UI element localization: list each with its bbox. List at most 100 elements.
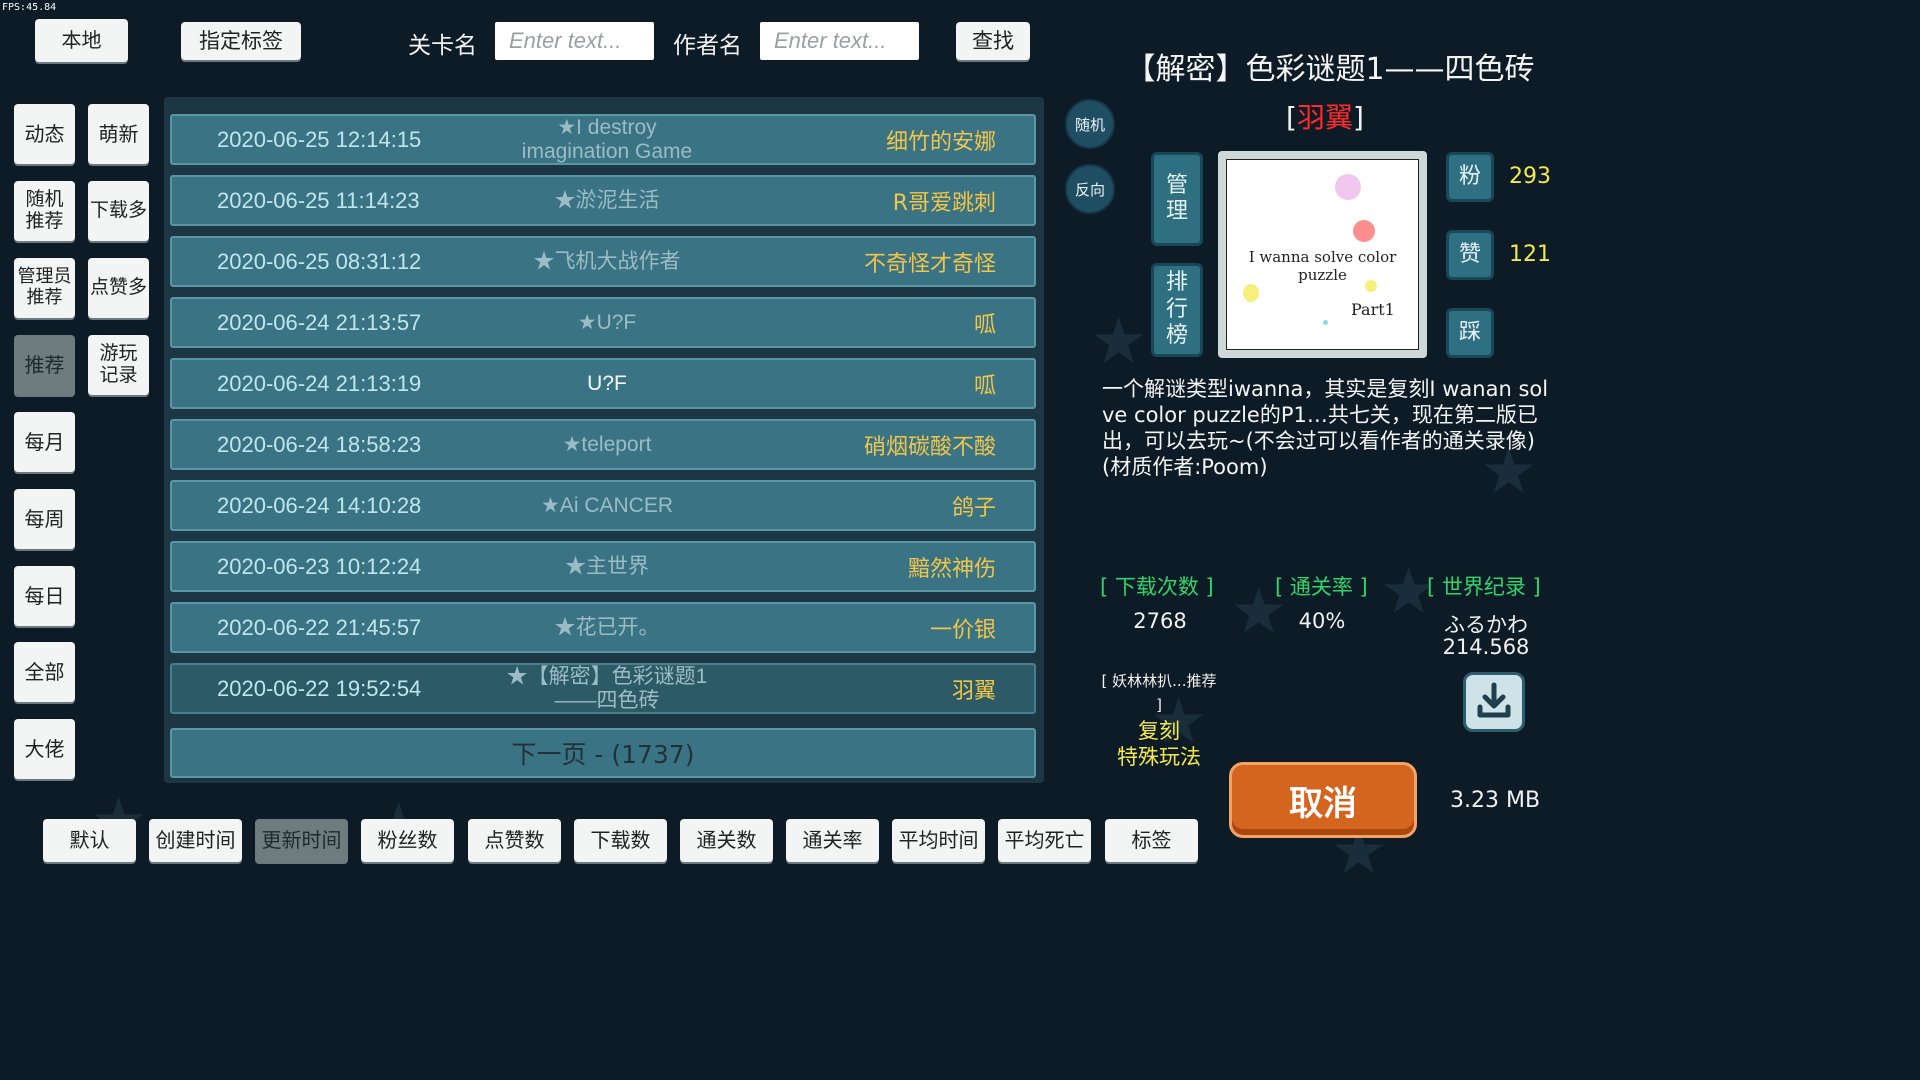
table-row[interactable]: 2020-06-22 21:45:57 ★花已开。 一价银 (170, 602, 1036, 653)
row-title: ★Ai CANCER (540, 493, 673, 517)
level-list[interactable]: 2020-06-25 12:14:15 ★I destroy imaginati… (164, 97, 1044, 783)
sidebar-item-dynamic[interactable]: 动态 (14, 104, 75, 164)
sidebar-item-daily[interactable]: 每日 (14, 566, 75, 626)
sidebar-item-random-recommend[interactable]: 随机 推荐 (14, 181, 75, 241)
table-row[interactable]: 2020-06-24 18:58:23 ★teleport 硝烟碳酸不酸 (170, 419, 1036, 470)
level-name-input[interactable]: Enter text... (495, 22, 654, 60)
author-bracket-close: ] (1353, 101, 1364, 134)
downloads-header: [ 下载次数 ] (1100, 575, 1214, 599)
author-name-label: 作者名 (673, 33, 742, 59)
table-row[interactable]: 2020-06-25 08:31:12 ★飞机大战作者 不奇怪才奇怪 (170, 236, 1036, 287)
sidebar-item-play-history[interactable]: 游玩 记录 (88, 335, 149, 395)
tag-filter-button[interactable]: 指定标签 (181, 22, 301, 60)
color-dot (1243, 284, 1259, 302)
sidebar-item-most-likes[interactable]: 点赞多 (88, 258, 149, 318)
row-author: 黯然神伤 (907, 556, 996, 582)
color-dot (1323, 320, 1328, 325)
author-name[interactable]: 羽翼 (1297, 101, 1353, 134)
table-row-selected[interactable]: 2020-06-22 19:52:54 ★【解密】色彩谜题1——四色砖 羽翼 (170, 663, 1036, 714)
download-button[interactable] (1463, 672, 1525, 732)
recommender-text: [ 妖林林扒...推荐 ] (1101, 672, 1217, 714)
row-date: 2020-06-23 10:12:24 (217, 553, 422, 579)
ranking-button[interactable]: 排 行 榜 (1151, 263, 1203, 357)
downloads-value: 2768 (1133, 609, 1187, 633)
sort-likes[interactable]: 点赞数 (468, 819, 561, 862)
author-bracket-open: [ (1286, 101, 1297, 134)
table-row[interactable]: 2020-06-25 11:14:23 ★淤泥生活 R哥爱跳刺 (170, 175, 1036, 226)
row-date: 2020-06-25 08:31:12 (217, 248, 422, 274)
sidebar-item-recommend[interactable]: 推荐 (14, 335, 75, 395)
row-date: 2020-06-24 21:13:57 (217, 309, 422, 335)
row-title: ★U?F (577, 310, 637, 334)
like-button[interactable]: 赞 (1446, 230, 1494, 280)
sidebar-item-most-downloads[interactable]: 下载多 (88, 181, 149, 241)
row-date: 2020-06-25 12:14:15 (217, 126, 422, 152)
sort-default[interactable]: 默认 (43, 819, 136, 862)
table-row[interactable]: 2020-06-23 10:12:24 ★主世界 黯然神伤 (170, 541, 1036, 592)
background-star-icon: ★ (1090, 305, 1148, 379)
tag-badge[interactable]: 特殊玩法 (1094, 741, 1224, 771)
row-title: U?F (587, 371, 627, 395)
sort-updated-time[interactable]: 更新时间 (255, 819, 348, 862)
sidebar-item-newbie[interactable]: 萌新 (88, 104, 149, 164)
row-author: 呱 (973, 373, 996, 399)
likes-count: 121 (1509, 242, 1551, 267)
sort-average-time[interactable]: 平均时间 (892, 819, 985, 862)
sort-tags[interactable]: 标签 (1105, 819, 1198, 862)
table-row[interactable]: 2020-06-24 21:13:57 ★U?F 呱 (170, 297, 1036, 348)
fans-count: 293 (1509, 164, 1551, 189)
level-name-label: 关卡名 (408, 33, 477, 59)
row-author: R哥爱跳刺 (892, 190, 996, 216)
row-author: 呱 (973, 312, 996, 338)
download-icon (1477, 682, 1511, 718)
color-dot (1353, 220, 1375, 242)
sort-created-time[interactable]: 创建时间 (149, 819, 242, 862)
manage-button[interactable]: 管 理 (1151, 152, 1203, 246)
row-title: ★I destroy imagination Game (521, 116, 693, 163)
table-row[interactable]: 2020-06-25 12:14:15 ★I destroy imaginati… (170, 114, 1036, 165)
next-page-button[interactable]: 下一页 - (1737) (170, 728, 1036, 778)
file-size: 3.23 MB (1450, 788, 1541, 813)
author-name-input[interactable]: Enter text... (760, 22, 919, 60)
row-author: 羽翼 (951, 678, 996, 704)
sort-fans[interactable]: 粉丝数 (361, 819, 454, 862)
sort-clear-rate[interactable]: 通关率 (786, 819, 879, 862)
row-author: 硝烟碳酸不酸 (863, 434, 996, 460)
row-author: 不奇怪才奇怪 (863, 251, 996, 277)
table-row[interactable]: 2020-06-24 21:13:19 U?F 呱 (170, 358, 1036, 409)
sidebar-item-admin-recommend[interactable]: 管理员 推荐 (14, 258, 75, 318)
color-dot (1335, 174, 1361, 200)
row-author: 细竹的安娜 (885, 129, 996, 155)
row-title: ★teleport (562, 432, 652, 456)
table-row[interactable]: 2020-06-24 14:10:28 ★Ai CANCER 鸽子 (170, 480, 1036, 531)
fps-counter: FPS:45.84 (2, 2, 57, 13)
sort-clears[interactable]: 通关数 (680, 819, 773, 862)
sidebar-item-weekly[interactable]: 每周 (14, 489, 75, 549)
row-title: ★淤泥生活 (554, 188, 660, 212)
sidebar-item-monthly[interactable]: 每月 (14, 412, 75, 472)
sort-average-deaths[interactable]: 平均死亡 (998, 819, 1091, 862)
row-date: 2020-06-24 18:58:23 (217, 431, 422, 457)
local-button[interactable]: 本地 (35, 19, 128, 62)
fans-button[interactable]: 粉 (1446, 152, 1494, 202)
reverse-button[interactable]: 反向 (1065, 164, 1115, 214)
thumbnail-text: I wanna solve color puzzle (1248, 248, 1397, 284)
row-date: 2020-06-24 14:10:28 (217, 492, 422, 518)
cancel-button[interactable]: 取消 (1229, 762, 1417, 838)
level-thumbnail: I wanna solve color puzzle Part1 (1226, 159, 1419, 350)
level-author: [羽翼] (1100, 96, 1550, 136)
row-date: 2020-06-24 21:13:19 (217, 370, 422, 396)
sort-downloads[interactable]: 下载数 (574, 819, 667, 862)
search-button[interactable]: 查找 (956, 22, 1030, 60)
dislike-button[interactable]: 踩 (1446, 308, 1494, 358)
sidebar-item-all[interactable]: 全部 (14, 642, 75, 702)
world-record-time: 214.568 (1442, 635, 1530, 659)
row-title: ★飞机大战作者 (533, 249, 681, 273)
row-title: ★【解密】色彩谜题1——四色砖 (506, 665, 708, 712)
clear-rate-header: [ 通关率 ] (1275, 575, 1368, 599)
row-date: 2020-06-22 19:52:54 (217, 675, 422, 701)
row-title: ★主世界 (565, 554, 649, 578)
world-record-header: [ 世界纪录 ] (1427, 575, 1541, 599)
sidebar-item-experts[interactable]: 大佬 (14, 719, 75, 779)
thumbnail-frame: I wanna solve color puzzle Part1 (1218, 151, 1427, 358)
